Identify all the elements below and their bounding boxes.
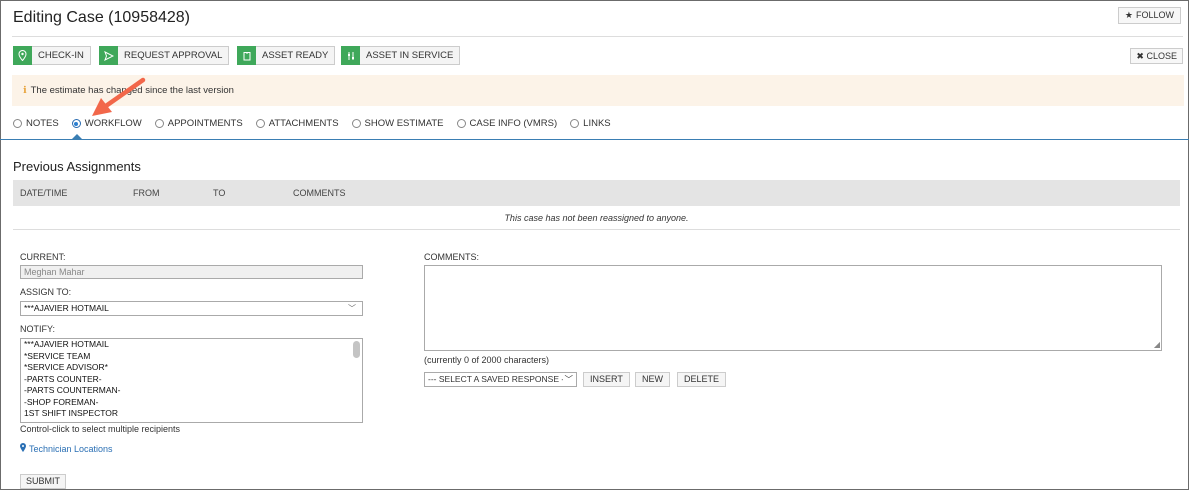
estimate-changed-alert: ℹ The estimate has changed since the last… xyxy=(12,75,1184,106)
insert-button[interactable]: INSERT xyxy=(583,372,630,387)
technician-locations-label: Technician Locations xyxy=(29,443,113,454)
close-button[interactable]: ✖ CLOSE xyxy=(1130,48,1183,64)
map-pin-icon xyxy=(13,46,32,65)
empty-table-message: This case has not been reassigned to any… xyxy=(13,206,1180,230)
asset-in-service-button[interactable]: ASSET IN SERVICE xyxy=(341,46,461,65)
tab-notes[interactable]: NOTES xyxy=(13,118,59,129)
asset-ready-button[interactable]: ASSET READY xyxy=(237,46,336,65)
annotation-arrow-icon xyxy=(92,77,146,116)
tab-label: CASE INFO (VMRS) xyxy=(469,118,558,129)
star-icon: ★ xyxy=(1124,10,1133,20)
chevron-down-icon: ﹀ xyxy=(563,373,573,386)
column-header: COMMENTS xyxy=(293,188,346,198)
radio-icon[interactable] xyxy=(456,119,466,128)
request-approval-button[interactable]: REQUEST APPROVAL xyxy=(99,46,230,65)
list-item[interactable]: ***AJAVIER HOTMAIL xyxy=(21,339,362,351)
page-title: Editing Case (10958428) xyxy=(13,9,191,26)
saved-response-select[interactable]: --- SELECT A SAVED RESPONSE --- ﹀ xyxy=(424,372,577,387)
notify-listbox[interactable]: ***AJAVIER HOTMAIL *SERVICE TEAM *SERVIC… xyxy=(20,338,363,423)
current-label: CURRENT: xyxy=(20,252,66,262)
assign-to-label: ASSIGN TO: xyxy=(20,287,72,297)
submit-button[interactable]: SUBMIT xyxy=(20,474,67,489)
radio-selected-icon[interactable] xyxy=(71,119,81,128)
tab-label: SHOW ESTIMATE xyxy=(364,118,444,129)
close-label: CLOSE xyxy=(1146,51,1177,61)
send-icon xyxy=(99,46,118,65)
header-divider xyxy=(12,36,1183,37)
radio-icon[interactable] xyxy=(154,119,164,128)
character-count: (currently 0 of 2000 characters) xyxy=(424,355,550,365)
active-tab-caret xyxy=(72,134,82,139)
list-item[interactable]: *SERVICE ADVISOR* xyxy=(21,362,362,374)
previous-assignments-title: Previous Assignments xyxy=(13,159,141,174)
tab-underline xyxy=(0,139,1189,140)
tab-links[interactable]: LINKS xyxy=(570,118,611,129)
saved-response-value: --- SELECT A SAVED RESPONSE --- xyxy=(428,374,570,384)
follow-button[interactable]: ★ FOLLOW xyxy=(1117,7,1181,24)
follow-label: FOLLOW xyxy=(1135,10,1174,20)
delete-button[interactable]: DELETE xyxy=(677,372,727,387)
tab-label: ATTACHMENTS xyxy=(268,118,339,129)
clipboard-icon xyxy=(237,46,256,65)
notify-label: NOTIFY: xyxy=(20,324,56,334)
technician-locations-link[interactable]: Technician Locations xyxy=(20,443,113,454)
check-in-button[interactable]: CHECK-IN xyxy=(13,46,91,65)
info-icon: ℹ xyxy=(23,85,27,96)
asset-in-service-label: ASSET IN SERVICE xyxy=(366,50,454,61)
assignments-table-header: DATE/TIME FROM TO COMMENTS xyxy=(13,180,1180,206)
radio-icon[interactable] xyxy=(13,119,22,128)
column-header: DATE/TIME xyxy=(20,188,68,198)
map-marker-icon xyxy=(20,443,26,454)
tab-label: APPOINTMENTS xyxy=(167,118,243,129)
sliders-icon xyxy=(341,46,360,65)
tab-label: NOTES xyxy=(26,118,59,129)
column-header: TO xyxy=(213,188,226,198)
tab-case-info[interactable]: CASE INFO (VMRS) xyxy=(456,118,558,129)
tab-label: LINKS xyxy=(583,118,611,129)
chevron-down-icon: ﹀ xyxy=(348,304,356,313)
assign-to-value: ***AJAVIER HOTMAIL xyxy=(24,303,109,313)
request-approval-label: REQUEST APPROVAL xyxy=(124,50,223,61)
list-item[interactable]: -SHOP FOREMAN- xyxy=(21,397,362,409)
tab-appointments[interactable]: APPOINTMENTS xyxy=(154,118,243,129)
check-in-label: CHECK-IN xyxy=(38,50,84,61)
radio-icon[interactable] xyxy=(570,119,580,128)
column-header: FROM xyxy=(133,188,160,198)
asset-ready-label: ASSET READY xyxy=(262,50,329,61)
close-icon: ✖ xyxy=(1136,51,1144,61)
list-item[interactable]: *SERVICE TEAM xyxy=(21,351,362,363)
comments-textarea[interactable]: ◢ xyxy=(424,265,1162,351)
scrollbar-thumb[interactable] xyxy=(353,341,360,358)
list-item[interactable]: -PARTS COUNTERMAN- xyxy=(21,385,362,397)
list-item[interactable]: 1ST SHIFT INSPECTOR xyxy=(21,408,362,420)
current-assignee-field: Meghan Mahar xyxy=(20,265,363,279)
tab-attachments[interactable]: ATTACHMENTS xyxy=(255,118,339,129)
comments-label: COMMENTS: xyxy=(424,252,479,262)
new-button[interactable]: NEW xyxy=(635,372,670,387)
radio-icon[interactable] xyxy=(255,119,265,128)
assign-to-select[interactable]: ***AJAVIER HOTMAIL ﹀ xyxy=(20,301,363,316)
resize-grip-icon[interactable]: ◢ xyxy=(1154,341,1160,349)
list-item[interactable]: -PARTS COUNTER- xyxy=(21,374,362,386)
tab-show-estimate[interactable]: SHOW ESTIMATE xyxy=(351,118,444,129)
notify-hint: Control-click to select multiple recipie… xyxy=(20,424,181,434)
radio-icon[interactable] xyxy=(351,119,361,128)
